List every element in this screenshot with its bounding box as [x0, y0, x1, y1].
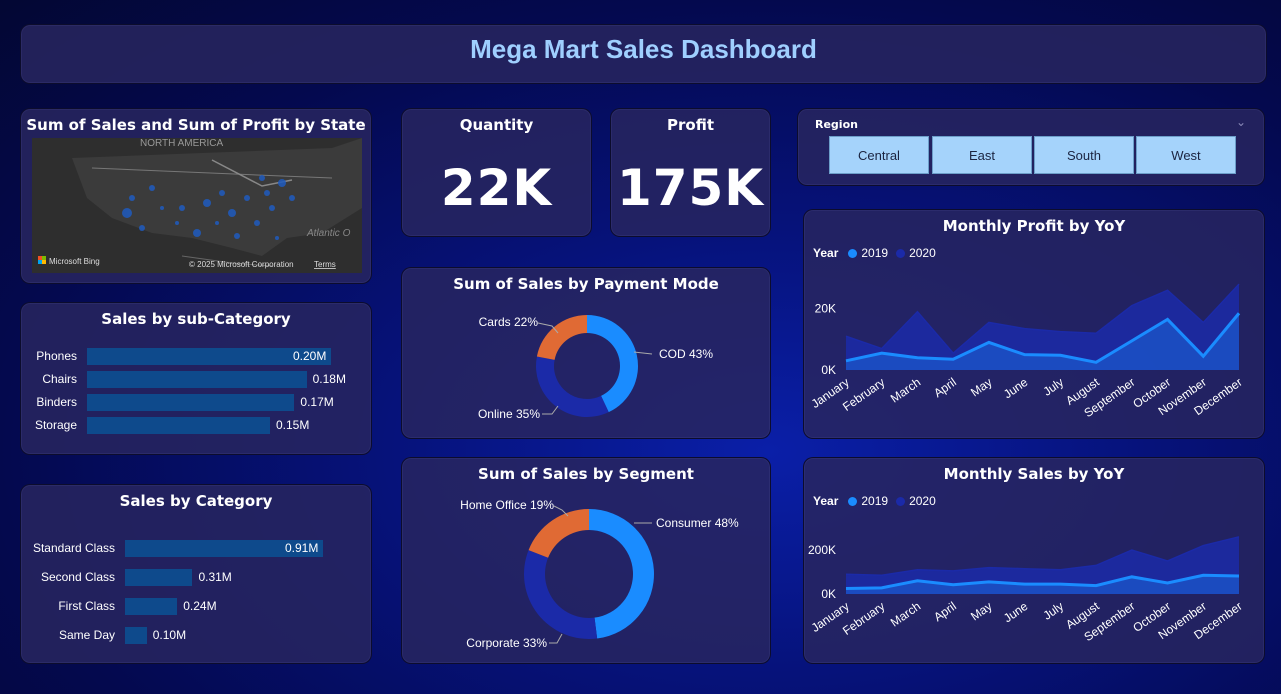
- x-tick-label: March: [888, 375, 923, 406]
- sales-area-chart[interactable]: 0K200KJanuaryFebruary March April May June Ju…: [804, 458, 1266, 665]
- bar[interactable]: [125, 627, 147, 644]
- region-label: NORTH AMERICA: [140, 138, 223, 149]
- bar-label: Same Day: [58, 628, 115, 642]
- x-tick-label: April: [931, 599, 959, 624]
- map-card[interactable]: Sum of Sales and Sum of Profit by State: [20, 108, 372, 284]
- leader-line: [542, 405, 559, 415]
- payment-mode-card: Sum of Sales by Payment Mode COD 43% Onli…: [401, 267, 771, 439]
- x-tick-label: March: [888, 599, 923, 630]
- bar-label: Second Class: [40, 570, 115, 584]
- monthly-sales-card: Monthly Sales by YoY Year 2019 2020 0K 20…: [803, 457, 1265, 664]
- bar-value: 0.20M: [293, 349, 327, 363]
- x-tick-label: June: [1001, 599, 1031, 626]
- slicer-option-south[interactable]: South: [1034, 136, 1134, 174]
- bar-label: Standard Class: [32, 541, 115, 555]
- bing-logo: Microsoft Bing: [49, 257, 100, 266]
- subcategory-title: Sales by sub-Category: [101, 310, 291, 328]
- quantity-title: Quantity: [459, 116, 534, 134]
- map-image: NORTH AMERICA Atlantic O Microsoft Bing …: [32, 138, 362, 273]
- bar-label: Binders: [36, 395, 77, 409]
- profit-area-chart[interactable]: 0K20KJanuaryFebruary March April May June Jul…: [804, 210, 1266, 440]
- donut-slice[interactable]: [524, 550, 598, 639]
- map-title: Sum of Sales and Sum of Profit by State: [26, 116, 366, 134]
- terms-link[interactable]: Terms: [314, 260, 336, 269]
- y-tick-label: 0K: [821, 587, 836, 601]
- bar[interactable]: [87, 371, 307, 388]
- bar-value: 0.10M: [152, 628, 187, 642]
- page-title: Mega Mart Sales Dashboard: [470, 34, 817, 64]
- monthly-profit-card: Monthly Profit by YoY Year 2019 2020 0K 2…: [803, 209, 1265, 439]
- subcategory-card: Sales by sub-Category Phones 0.20M Chairs 0…: [20, 302, 372, 455]
- x-tick-label: May: [968, 599, 995, 623]
- slicer-option-east[interactable]: East: [932, 136, 1032, 174]
- quantity-kpi-card: Quantity 22K: [401, 108, 592, 237]
- bar[interactable]: [125, 569, 193, 586]
- us-map[interactable]: NORTH AMERICA Atlantic O Microsoft Bing …: [32, 138, 362, 273]
- donut-slice[interactable]: [587, 315, 638, 413]
- bar-value: 0.18M: [312, 372, 346, 386]
- data-label: Corporate 33%: [466, 636, 547, 650]
- bar[interactable]: [87, 394, 295, 411]
- category-card: Sales by Category Standard Class 0.91M Sec…: [20, 484, 372, 664]
- data-label: Consumer 48%: [656, 516, 739, 530]
- x-tick-label: May: [968, 375, 995, 399]
- leader-line: [633, 351, 653, 355]
- data-label: Home Office 19%: [460, 498, 554, 512]
- title-card: Mega Mart Sales Dashboard: [20, 24, 1267, 84]
- segment-card: Sum of Sales by Segment Consumer 48% Corp…: [401, 457, 771, 664]
- bar-label: Chairs: [42, 372, 77, 386]
- segment-donut[interactable]: Consumer 48% Corporate 33% Home Office 19%: [402, 458, 772, 665]
- x-tick-label: April: [931, 375, 959, 400]
- donut-slice[interactable]: [536, 356, 609, 417]
- bar-value: 0.15M: [276, 418, 310, 432]
- donut-slice[interactable]: [589, 509, 654, 639]
- quantity-value: 22K: [440, 159, 553, 217]
- x-tick-label: June: [1001, 375, 1031, 402]
- leader-line: [553, 505, 569, 517]
- profit-title: Profit: [667, 116, 714, 134]
- leader-line: [549, 633, 563, 644]
- bar[interactable]: [87, 417, 270, 434]
- bar-label: First Class: [58, 599, 115, 613]
- bar-value: 0.31M: [198, 570, 232, 584]
- bar-value: 0.91M: [285, 541, 319, 555]
- y-tick-label: 0K: [821, 363, 836, 377]
- donut-slice[interactable]: [528, 509, 589, 558]
- x-tick-label: July: [1041, 599, 1067, 623]
- slicer-option-west[interactable]: West: [1136, 136, 1236, 174]
- profit-value: 175K: [616, 159, 765, 217]
- data-label: COD 43%: [659, 347, 713, 361]
- bar-value: 0.24M: [183, 599, 217, 613]
- bar[interactable]: [125, 598, 178, 615]
- dashboard: Mega Mart Sales Dashboard Sum of Sales a…: [4, 4, 1277, 690]
- ocean-label: Atlantic O: [306, 228, 351, 239]
- donut-slice[interactable]: [536, 315, 587, 360]
- y-tick-label: 20K: [815, 302, 836, 316]
- y-tick-label: 200K: [808, 543, 836, 557]
- payment-donut[interactable]: COD 43% Online 35% Cards 22%: [402, 268, 772, 440]
- bar-value: 0.17M: [300, 395, 334, 409]
- bar-label: Phones: [36, 349, 77, 363]
- category-title: Sales by Category: [119, 492, 273, 510]
- map-copyright: © 2025 Microsoft Corporation: [189, 260, 294, 269]
- data-label: Online 35%: [478, 407, 540, 421]
- x-tick-label: July: [1041, 375, 1067, 399]
- data-label: Cards 22%: [479, 315, 539, 329]
- bar-label: Storage: [34, 418, 77, 432]
- slicer-option-central[interactable]: Central: [829, 136, 929, 174]
- slicer-title: Region: [815, 118, 858, 131]
- region-slicer: Region ⌄ Central East South West: [797, 108, 1265, 186]
- profit-kpi-card: Profit 175K: [610, 108, 771, 237]
- chevron-down-icon[interactable]: ⌄: [1236, 115, 1246, 129]
